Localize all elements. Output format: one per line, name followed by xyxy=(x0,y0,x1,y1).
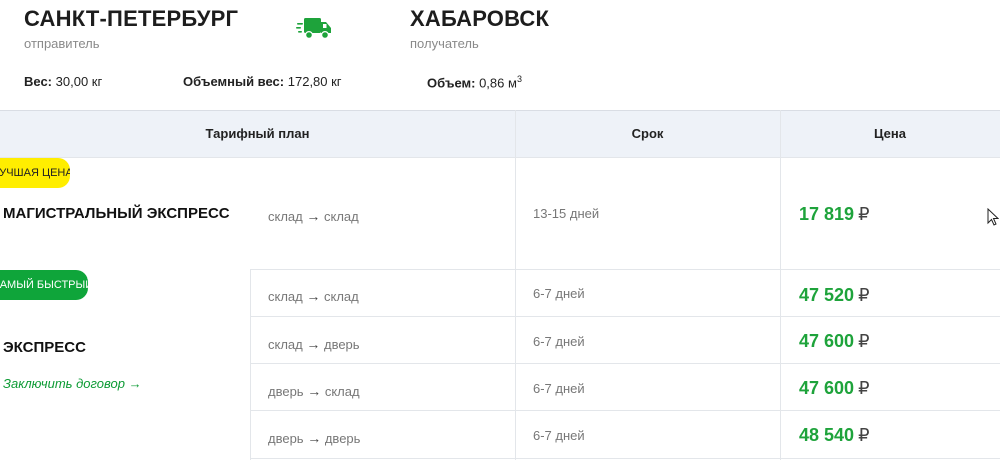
column-divider xyxy=(250,269,251,460)
row-divider xyxy=(250,363,1000,364)
row-divider xyxy=(250,458,1000,459)
fastest-badge: САМЫЙ БЫСТРЫЙ xyxy=(0,270,88,300)
direction-from: склад xyxy=(268,289,303,304)
volumetric-weight-metric: Объемный вес: 172,80 кг xyxy=(183,74,342,89)
origin-city: САНКТ-ПЕТЕРБУРГ xyxy=(24,6,239,31)
direction-cell: склад → дверь xyxy=(268,336,360,352)
mouse-cursor-icon xyxy=(987,208,999,226)
volume-metric: Объем: 0,86 м3 xyxy=(427,74,522,90)
term-cell: 6-7 дней xyxy=(533,334,585,349)
column-divider xyxy=(515,110,516,460)
tariff-name-express: ЭКСПРЕСС xyxy=(3,339,86,356)
weight-label: Вес: xyxy=(24,74,53,89)
price-cell[interactable]: 48 540 ₽ xyxy=(799,425,870,446)
delivery-truck-icon xyxy=(296,18,331,40)
volume-exponent: 3 xyxy=(516,74,522,84)
direction-cell: дверь → склад xyxy=(268,383,360,399)
term-cell: 6-7 дней xyxy=(533,428,585,443)
ruble-icon: ₽ xyxy=(858,331,870,351)
ruble-icon: ₽ xyxy=(858,204,870,224)
volume-value: 0,86 м xyxy=(479,75,517,91)
table-header: Тарифный план Срок Цена xyxy=(0,110,1000,158)
term-cell: 6-7 дней xyxy=(533,286,585,301)
arrow-right-icon: → xyxy=(307,430,322,446)
direction-to: дверь xyxy=(324,431,361,446)
arrow-right-icon: → xyxy=(307,383,322,399)
destination-role: получатель xyxy=(410,36,479,51)
direction-from: склад xyxy=(268,209,303,224)
price-value: 17 819 xyxy=(799,204,855,224)
price-value: 47 600 xyxy=(799,378,855,398)
origin-role: отправитель xyxy=(24,36,100,51)
arrow-right-icon: → xyxy=(306,208,321,224)
ruble-icon: ₽ xyxy=(858,378,870,398)
direction-from: дверь xyxy=(268,384,304,399)
route-header: САНКТ-ПЕТЕРБУРГ отправитель ХАБАРОВСК по… xyxy=(0,0,1000,110)
volume-label: Объем: xyxy=(427,75,476,91)
direction-cell: дверь → дверь xyxy=(268,430,360,446)
volumetric-weight-value: 172,80 кг xyxy=(287,74,342,89)
direction-to: склад xyxy=(323,289,359,304)
weight-value: 30,00 кг xyxy=(55,74,103,89)
price-cell[interactable]: 47 600 ₽ xyxy=(799,331,870,352)
arrow-right-icon: → xyxy=(306,336,321,352)
direction-from: дверь xyxy=(268,431,304,446)
ruble-icon: ₽ xyxy=(858,285,870,305)
header-term: Срок xyxy=(631,126,664,141)
direction-from: склад xyxy=(268,337,303,352)
tariff-name-main-express: МАГИСТРАЛЬНЫЙ ЭКСПРЕСС xyxy=(3,205,230,222)
arrow-right-icon: → xyxy=(306,288,321,304)
price-cell[interactable]: 47 600 ₽ xyxy=(799,378,870,399)
price-cell[interactable]: 47 520 ₽ xyxy=(799,285,870,306)
row-divider xyxy=(250,410,1000,411)
price-cell[interactable]: 17 819 ₽ xyxy=(799,204,870,225)
header-price: Цена xyxy=(874,126,906,141)
direction-cell: склад → склад xyxy=(268,288,359,304)
contract-link[interactable]: Заключить договор → xyxy=(3,376,142,391)
destination-city: ХАБАРОВСК xyxy=(410,6,550,31)
term-cell: 6-7 дней xyxy=(533,381,585,396)
direction-to: дверь xyxy=(323,337,360,352)
price-value: 47 520 xyxy=(799,285,855,305)
price-value: 48 540 xyxy=(799,425,855,445)
weight-metric: Вес: 30,00 кг xyxy=(24,74,102,89)
direction-to: склад xyxy=(323,209,359,224)
row-divider xyxy=(250,269,1000,270)
header-tariff-plan: Тарифный план xyxy=(205,126,310,141)
term-cell: 13-15 дней xyxy=(533,206,600,221)
direction-to: склад xyxy=(324,384,360,399)
ruble-icon: ₽ xyxy=(858,425,870,445)
direction-cell: склад → склад xyxy=(268,208,359,224)
row-divider xyxy=(250,316,1000,317)
price-value: 47 600 xyxy=(799,331,855,351)
column-divider xyxy=(780,110,781,460)
volumetric-weight-label: Объемный вес: xyxy=(183,74,285,89)
best-price-badge: ЛУЧШАЯ ЦЕНА xyxy=(0,158,70,188)
